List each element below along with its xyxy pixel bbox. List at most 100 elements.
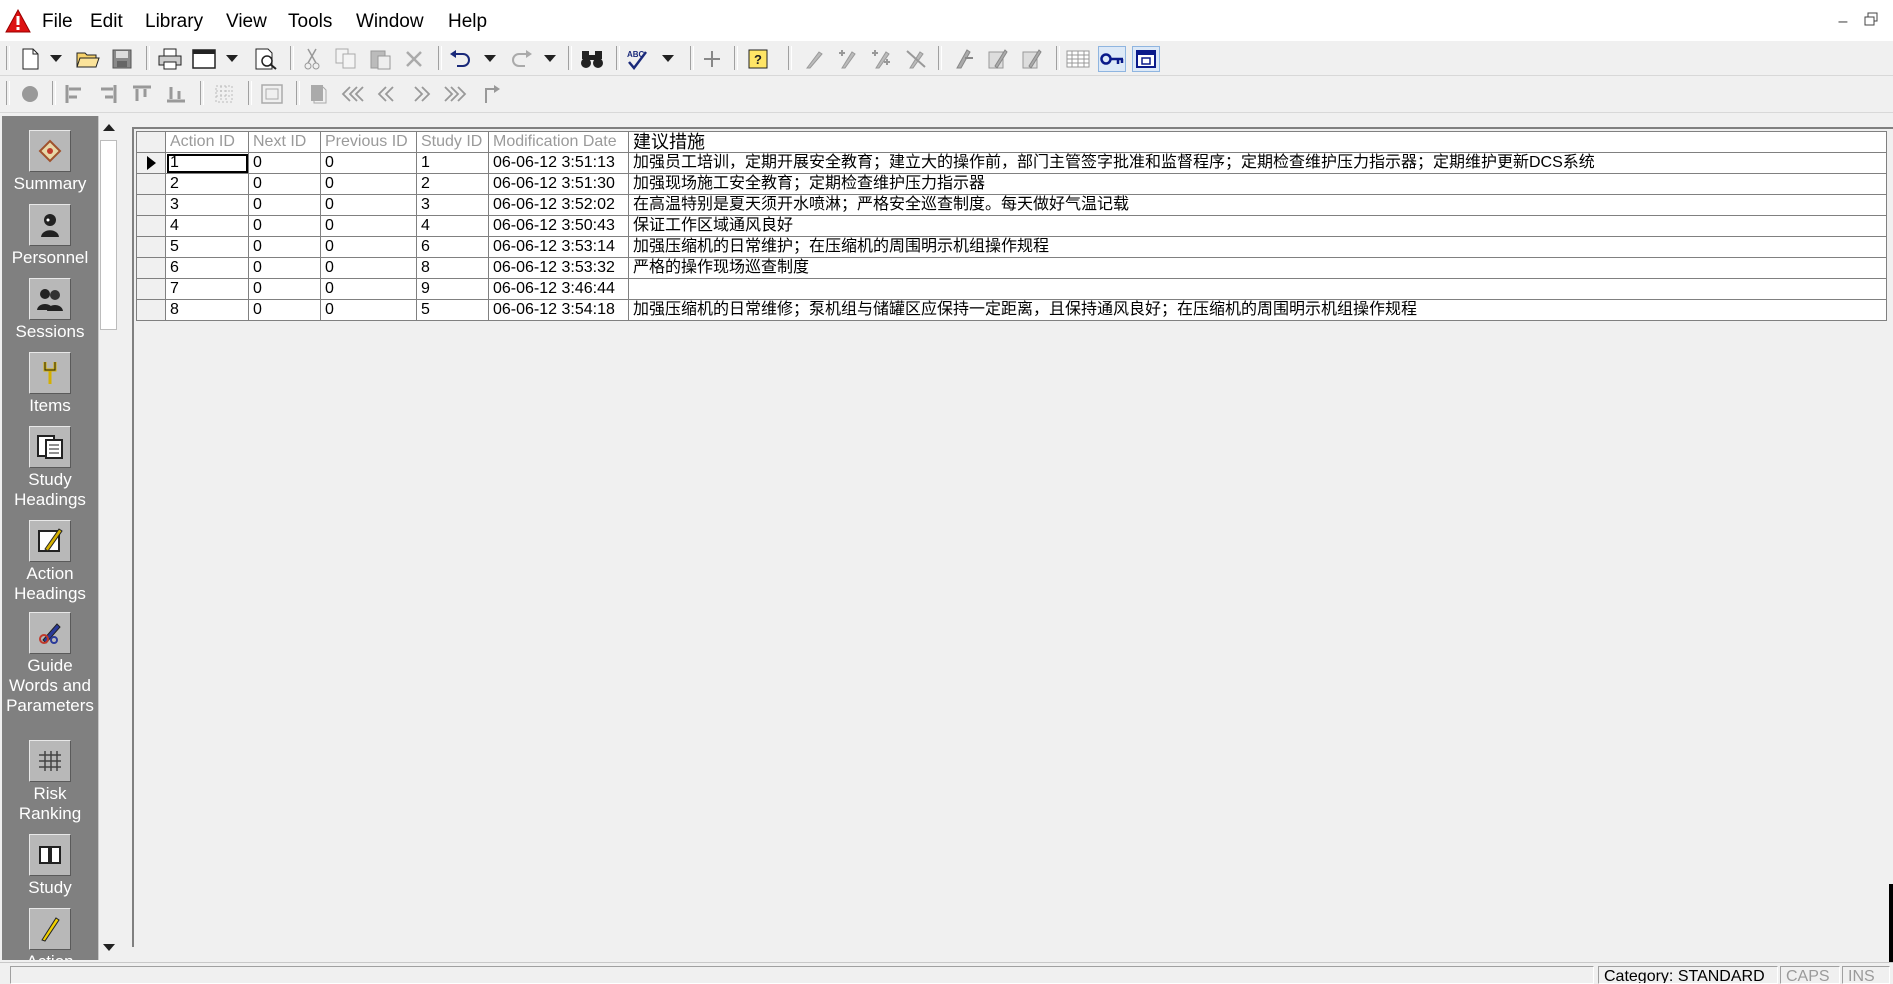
nav-study[interactable]: Study <box>2 834 98 898</box>
key-icon[interactable] <box>1098 46 1126 72</box>
record-icon[interactable] <box>16 81 44 107</box>
first-icon[interactable] <box>338 81 366 107</box>
row-selector[interactable] <box>136 236 166 258</box>
spellcheck-dropdown-icon[interactable] <box>660 46 676 72</box>
scrollbar-thumb[interactable] <box>100 140 117 330</box>
column-header-action-id[interactable]: Action ID <box>165 131 249 153</box>
last-icon[interactable] <box>442 81 470 107</box>
open-folder-icon[interactable] <box>74 46 102 72</box>
cell-next-id[interactable]: 0 <box>248 194 321 216</box>
table-row[interactable]: 3 0 0 3 06-06-12 3:52:02 在高温特别是夏天须开水喷淋；严格安全巡查… <box>136 194 1887 216</box>
row-selector[interactable] <box>136 299 166 321</box>
cell-previous-id[interactable]: 0 <box>320 215 417 237</box>
cell-action-id[interactable]: 2 <box>165 173 249 195</box>
help-icon[interactable]: ? <box>744 46 772 72</box>
row-selector[interactable] <box>136 152 166 174</box>
undo-dropdown-icon[interactable] <box>482 46 498 72</box>
cell-study-id[interactable]: 9 <box>416 278 489 300</box>
column-header-modification-date[interactable]: Modification Date <box>488 131 629 153</box>
menu-window[interactable]: Window <box>352 9 428 35</box>
cell-study-id[interactable]: 3 <box>416 194 489 216</box>
print-icon[interactable] <box>156 46 184 72</box>
align-top-icon[interactable] <box>128 81 156 107</box>
paste-icon[interactable] <box>366 46 394 72</box>
link-icon[interactable] <box>800 46 828 72</box>
row-selector[interactable] <box>136 173 166 195</box>
cell-study-id[interactable]: 1 <box>416 152 489 174</box>
grid-dots-icon[interactable] <box>210 81 238 107</box>
sidebar-scrollbar[interactable] <box>98 116 119 960</box>
row-selector-header[interactable] <box>136 131 166 153</box>
table-row[interactable]: 8 0 0 5 06-06-12 3:54:18 加强压缩机的日常维修；泵机组与储罐区应保… <box>136 299 1887 321</box>
column-header-next-id[interactable]: Next ID <box>248 131 321 153</box>
column-header-previous-id[interactable]: Previous ID <box>320 131 417 153</box>
cell-modification-date[interactable]: 06-06-12 3:53:14 <box>488 236 629 258</box>
align-bottom-icon[interactable] <box>162 81 190 107</box>
cell-action-id[interactable]: 7 <box>165 278 249 300</box>
cut-icon[interactable] <box>298 46 326 72</box>
cell-modification-date[interactable]: 06-06-12 3:46:44 <box>488 278 629 300</box>
cell-action-id[interactable]: 3 <box>165 194 249 216</box>
add-icon[interactable] <box>698 46 726 72</box>
cell-previous-id[interactable]: 0 <box>320 173 417 195</box>
table-row[interactable]: 2 0 0 2 06-06-12 3:51:30 加强现场施工安全教育；定期检查维护压力指… <box>136 173 1887 195</box>
save-icon[interactable] <box>108 46 136 72</box>
form-view-icon[interactable] <box>1132 46 1160 72</box>
cell-recommended-action[interactable] <box>628 278 1887 300</box>
cell-recommended-action[interactable]: 在高温特别是夏天须开水喷淋；严格安全巡查制度。每天做好气温记载 <box>628 194 1887 216</box>
cell-modification-date[interactable]: 06-06-12 3:53:32 <box>488 257 629 279</box>
row-selector[interactable] <box>136 194 166 216</box>
nav-personnel[interactable]: Personnel <box>2 204 98 268</box>
cell-modification-date[interactable]: 06-06-12 3:54:18 <box>488 299 629 321</box>
menu-edit[interactable]: Edit <box>86 9 127 35</box>
redo-dropdown-icon[interactable] <box>542 46 558 72</box>
nav-action-headings[interactable]: Action Headings <box>2 520 98 604</box>
table-row[interactable]: 6 0 0 8 06-06-12 3:53:32 严格的操作现场巡查制度 <box>136 257 1887 279</box>
row-selector[interactable] <box>136 278 166 300</box>
column-header-recommended-action[interactable]: 建议措施 <box>628 131 1887 153</box>
cell-action-id[interactable]: 1 <box>165 152 249 174</box>
cell-next-id[interactable]: 0 <box>248 215 321 237</box>
cell-action-id[interactable]: 6 <box>165 257 249 279</box>
nav-risk-ranking[interactable]: Risk Ranking <box>2 740 98 824</box>
action-link-icon[interactable] <box>950 46 978 72</box>
cell-action-id[interactable]: 8 <box>165 299 249 321</box>
cell-study-id[interactable]: 8 <box>416 257 489 279</box>
previous-icon[interactable] <box>372 81 400 107</box>
nav-summary[interactable]: Summary <box>2 130 98 194</box>
row-selector[interactable] <box>136 257 166 279</box>
redo-icon[interactable] <box>508 46 536 72</box>
cell-recommended-action[interactable]: 保证工作区域通风良好 <box>628 215 1887 237</box>
cell-previous-id[interactable]: 0 <box>320 299 417 321</box>
cell-recommended-action[interactable]: 加强压缩机的日常维修；泵机组与储罐区应保持一定距离，且保持通风良好；在压缩机的周… <box>628 299 1887 321</box>
frame-icon[interactable] <box>258 81 286 107</box>
nav-sessions[interactable]: Sessions <box>2 278 98 342</box>
cell-previous-id[interactable]: 0 <box>320 152 417 174</box>
column-header-study-id[interactable]: Study ID <box>416 131 489 153</box>
row-selector[interactable] <box>136 215 166 237</box>
cell-next-id[interactable]: 0 <box>248 257 321 279</box>
scroll-down-icon[interactable] <box>99 938 119 958</box>
cell-previous-id[interactable]: 0 <box>320 236 417 258</box>
cell-previous-id[interactable]: 0 <box>320 194 417 216</box>
cell-modification-date[interactable]: 06-06-12 3:51:13 <box>488 152 629 174</box>
app-warning-icon[interactable] <box>5 8 31 33</box>
nav-items[interactable]: Items <box>2 352 98 416</box>
page-setup-dropdown-icon[interactable] <box>224 46 240 72</box>
link-add-icon[interactable] <box>834 46 862 72</box>
cell-modification-date[interactable]: 06-06-12 3:51:30 <box>488 173 629 195</box>
cell-study-id[interactable]: 4 <box>416 215 489 237</box>
print-preview-icon[interactable] <box>252 46 280 72</box>
find-binoculars-icon[interactable] <box>578 46 606 72</box>
goto-icon[interactable] <box>478 81 506 107</box>
nav-study-headings[interactable]: Study Headings <box>2 426 98 510</box>
align-left-icon[interactable] <box>60 81 88 107</box>
link-multiple-icon[interactable] <box>868 46 896 72</box>
cell-action-id[interactable]: 5 <box>165 236 249 258</box>
cell-next-id[interactable]: 0 <box>248 173 321 195</box>
cell-recommended-action[interactable]: 加强现场施工安全教育；定期检查维护压力指示器 <box>628 173 1887 195</box>
cell-modification-date[interactable]: 06-06-12 3:52:02 <box>488 194 629 216</box>
minimize-button[interactable]: – <box>1832 12 1854 32</box>
new-document-icon[interactable] <box>16 46 44 72</box>
cell-previous-id[interactable]: 0 <box>320 278 417 300</box>
